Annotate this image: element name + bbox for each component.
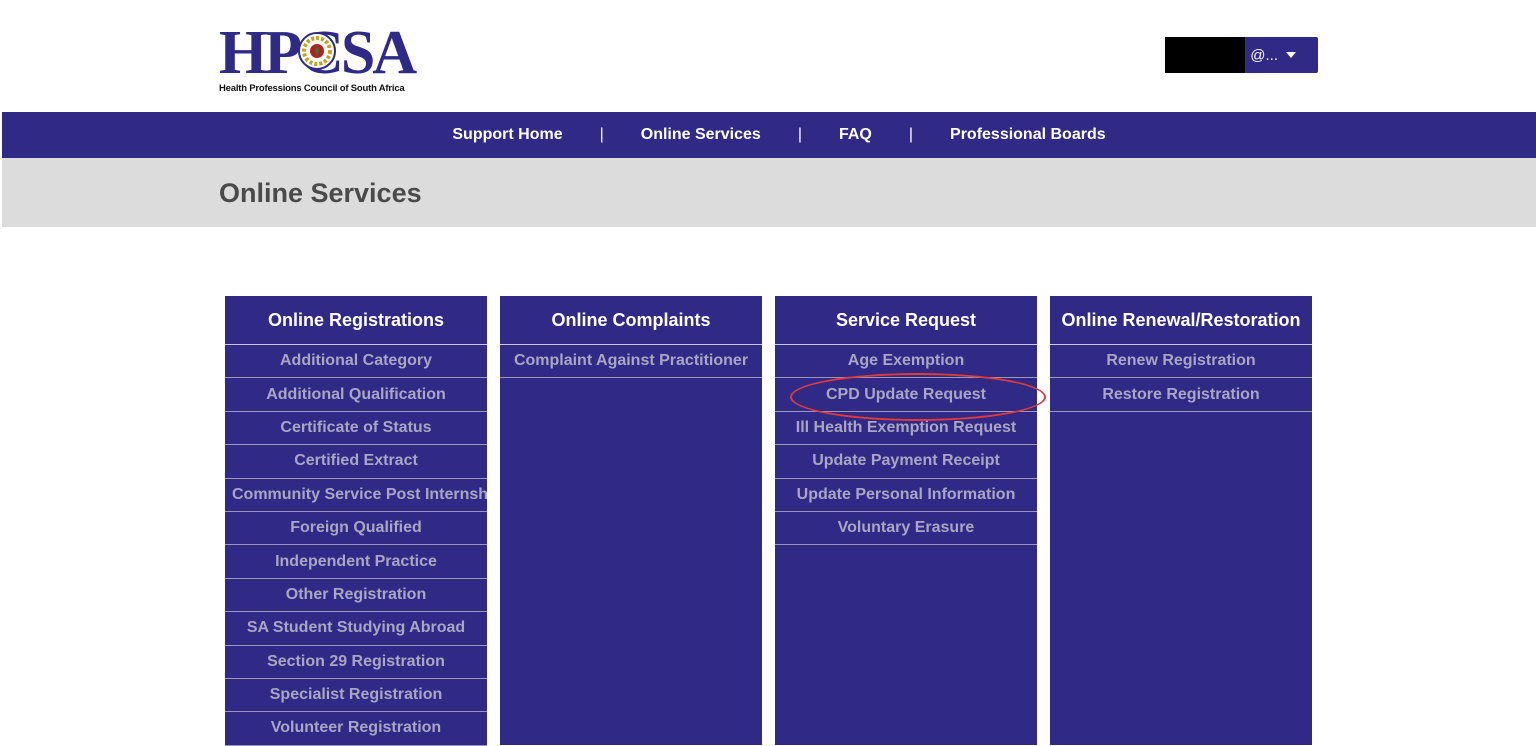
service-link-additional-category[interactable]: Additional Category — [225, 345, 487, 379]
service-link-age-exemption[interactable]: Age Exemption — [775, 345, 1037, 379]
service-link-renew-registration[interactable]: Renew Registration — [1050, 345, 1312, 379]
nav-faq[interactable]: FAQ — [839, 126, 872, 144]
redacted-username — [1165, 37, 1245, 73]
service-link-other-registration[interactable]: Other Registration — [225, 579, 487, 613]
page-title: Online Services — [219, 178, 422, 208]
service-link-section-29[interactable]: Section 29 Registration — [225, 646, 487, 679]
service-link-community-service[interactable]: Community Service Post Internsh — [225, 479, 487, 512]
nav-separator: | — [599, 126, 604, 143]
column-title: Online Renewal/Restoration — [1050, 296, 1312, 345]
user-menu-label: @... — [1250, 46, 1278, 64]
service-link-specialist-registration[interactable]: Specialist Registration — [225, 679, 487, 713]
service-link-restore-registration[interactable]: Restore Registration — [1050, 378, 1312, 412]
service-link-ill-health-exemption[interactable]: Ill Health Exemption Request — [775, 412, 1037, 446]
seal-icon — [298, 32, 336, 70]
column-title: Service Request — [775, 296, 1037, 345]
service-link-update-payment-receipt[interactable]: Update Payment Receipt — [775, 445, 1037, 479]
column-title: Online Registrations — [225, 296, 487, 345]
nav-online-services[interactable]: Online Services — [641, 126, 761, 144]
user-menu-dropdown[interactable]: @... — [1165, 37, 1318, 73]
nav-separator: | — [908, 126, 914, 143]
hpcsa-logo[interactable]: HPCSA Health Professions Council of Sout… — [219, 22, 429, 96]
column-title: Online Complaints — [500, 296, 762, 345]
nav-support-home[interactable]: Support Home — [452, 126, 562, 144]
service-link-additional-qualification[interactable]: Additional Qualification — [225, 378, 487, 412]
column-online-complaints: Online Complaints Complaint Against Prac… — [500, 296, 762, 745]
nav-separator: | — [797, 126, 802, 143]
service-link-foreign-qualified[interactable]: Foreign Qualified — [225, 512, 487, 546]
service-link-sa-student-abroad[interactable]: SA Student Studying Abroad — [225, 612, 487, 646]
service-link-certificate-of-status[interactable]: Certificate of Status — [225, 412, 487, 446]
service-link-complaint-against-practitioner[interactable]: Complaint Against Practitioner — [500, 345, 762, 379]
service-link-update-personal-information[interactable]: Update Personal Information — [775, 479, 1037, 512]
nav-professional-boards[interactable]: Professional Boards — [950, 126, 1106, 144]
caret-down-icon — [1286, 52, 1296, 58]
main-navbar: Support Home | Online Services | FAQ | P… — [2, 112, 1536, 158]
column-online-renewal-restoration: Online Renewal/Restoration Renew Registr… — [1050, 296, 1312, 745]
service-link-certified-extract[interactable]: Certified Extract — [225, 445, 487, 479]
service-link-independent-practice[interactable]: Independent Practice — [225, 545, 487, 579]
logo-subtitle: Health Professions Council of South Afri… — [219, 83, 405, 94]
service-link-cpd-update-request[interactable]: CPD Update Request — [775, 378, 1037, 412]
column-online-registrations: Online Registrations Additional Category… — [225, 296, 487, 746]
page-title-band: Online Services — [2, 158, 1536, 227]
service-link-voluntary-erasure[interactable]: Voluntary Erasure — [775, 512, 1037, 546]
column-service-request: Service Request Age Exemption CPD Update… — [775, 296, 1037, 745]
service-link-volunteer-registration[interactable]: Volunteer Registration — [225, 712, 487, 746]
